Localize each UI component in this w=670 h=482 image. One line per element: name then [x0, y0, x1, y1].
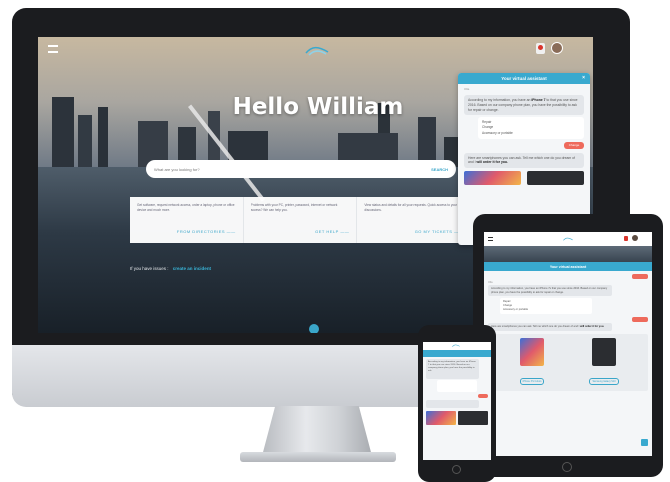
- hamburger-menu-icon[interactable]: [48, 45, 58, 53]
- desktop-monitor-base: [240, 452, 396, 462]
- product-image-iphone[interactable]: [464, 171, 521, 186]
- chat-option[interactable]: Accessory or portable: [503, 308, 589, 312]
- phone-home-button[interactable]: [452, 465, 461, 474]
- bot-message-text: Here are smartphones you can ask. Tell m…: [491, 324, 580, 328]
- get-help-link[interactable]: GET HELP: [251, 229, 350, 234]
- notifications-icon[interactable]: [624, 236, 628, 241]
- chat-options[interactable]: [437, 380, 477, 392]
- service-card-tickets: View status and details for all your req…: [357, 197, 470, 243]
- chat-sender: Olla: [464, 87, 470, 91]
- bot-message-highlight: will order it for you.: [580, 324, 605, 328]
- user-reply: Change: [564, 141, 584, 149]
- product-thumbnails: [426, 411, 488, 425]
- card-description: Get software, request network access, or…: [137, 203, 235, 212]
- phone-topbar: [423, 342, 491, 350]
- chat-sender: Olla: [488, 281, 493, 284]
- send-icon[interactable]: [641, 439, 648, 446]
- service-card-help: Problems with your PC, printer, password…: [244, 197, 358, 243]
- bot-message-highlight: will order it for you.: [476, 160, 508, 165]
- product-image-galaxy[interactable]: [527, 171, 584, 186]
- service-cards: Get software, request network access, or…: [130, 197, 470, 243]
- hamburger-menu-icon[interactable]: [488, 237, 493, 241]
- bot-message-text: According to my information, you have an: [468, 98, 531, 102]
- chat-options: Repair Change Accessory or portable: [478, 117, 584, 139]
- bot-message-device: iPhone 7: [531, 98, 546, 102]
- bot-message: According to my information, you have an…: [426, 359, 479, 379]
- service-card-directories: Get software, request network access, or…: [130, 197, 244, 243]
- phone-screen: According to my information, you have an…: [423, 342, 491, 460]
- chat-title: Your virtual assistant: [501, 76, 547, 81]
- select-product-button[interactable]: iPhone XS Colors: [519, 377, 545, 385]
- select-product-button[interactable]: Samsung Galaxy S10: [589, 377, 619, 385]
- hero-greeting: Hello William: [232, 94, 404, 120]
- close-icon[interactable]: ×: [582, 75, 585, 81]
- card-description: Problems with your PC, printer, password…: [250, 203, 338, 212]
- brand-logo-icon[interactable]: [451, 344, 461, 348]
- chat-header: Your virtual assistant ×: [458, 73, 590, 84]
- product-thumbnails: [464, 171, 584, 186]
- notifications-icon[interactable]: [536, 42, 545, 54]
- create-incident-link[interactable]: create an incident: [173, 266, 211, 271]
- user-reply: [632, 274, 648, 279]
- product-card: Samsung Galaxy S10: [574, 337, 634, 387]
- bot-message: Here are smartphones you can ask. Tell m…: [488, 322, 612, 331]
- chat-title: Your virtual assistant: [484, 262, 652, 271]
- chat-option[interactable]: Accessory or portable: [482, 131, 580, 136]
- user-avatar[interactable]: [632, 235, 638, 241]
- bot-message: Here are smartphones you can ask. Tell m…: [464, 152, 584, 169]
- bot-message: According to my information, you have an…: [464, 95, 584, 116]
- tablet-screen: Your virtual assistant Olla According to…: [484, 232, 652, 456]
- chat-options: Repair Change Accessory or portable: [500, 298, 592, 314]
- my-tickets-link[interactable]: GO MY TICKETS: [364, 229, 463, 234]
- product-image-galaxy[interactable]: [458, 411, 488, 425]
- product-image-iphone: [520, 337, 544, 366]
- user-reply: [478, 394, 488, 398]
- tablet-topbar: [484, 232, 652, 246]
- product-image-iphone[interactable]: [426, 411, 456, 425]
- directories-link[interactable]: FROM DIRECTORIES: [137, 229, 236, 234]
- product-image-galaxy: [592, 337, 616, 366]
- virtual-assistant-panel: Your virtual assistant Olla According to…: [484, 262, 652, 456]
- user-avatar[interactable]: [551, 42, 563, 54]
- topbar-actions: [536, 42, 563, 54]
- bot-message: [426, 400, 479, 408]
- bot-message: According to my information, you have an…: [488, 285, 612, 297]
- chat-header: [423, 350, 491, 357]
- issue-prompt: If you have issues : create an incident: [130, 266, 211, 271]
- issue-prompt-text: If you have issues :: [130, 266, 169, 271]
- brand-logo-icon[interactable]: [562, 237, 574, 242]
- desktop-monitor-stand: [262, 406, 372, 456]
- product-cards: iPhone XS Colors Samsung Galaxy S10: [488, 333, 648, 391]
- card-description: View status and details for all your req…: [364, 203, 458, 212]
- brand-logo-icon[interactable]: [304, 45, 330, 57]
- tablet-home-button[interactable]: [562, 462, 572, 472]
- product-card: iPhone XS Colors: [502, 337, 562, 387]
- search-button[interactable]: SEARCH: [431, 167, 448, 172]
- scroll-down-icon[interactable]: [309, 324, 319, 333]
- search-input[interactable]: [154, 166, 424, 172]
- city-background-image: [484, 246, 652, 262]
- user-reply: [632, 316, 648, 322]
- search-bar: SEARCH: [146, 160, 456, 178]
